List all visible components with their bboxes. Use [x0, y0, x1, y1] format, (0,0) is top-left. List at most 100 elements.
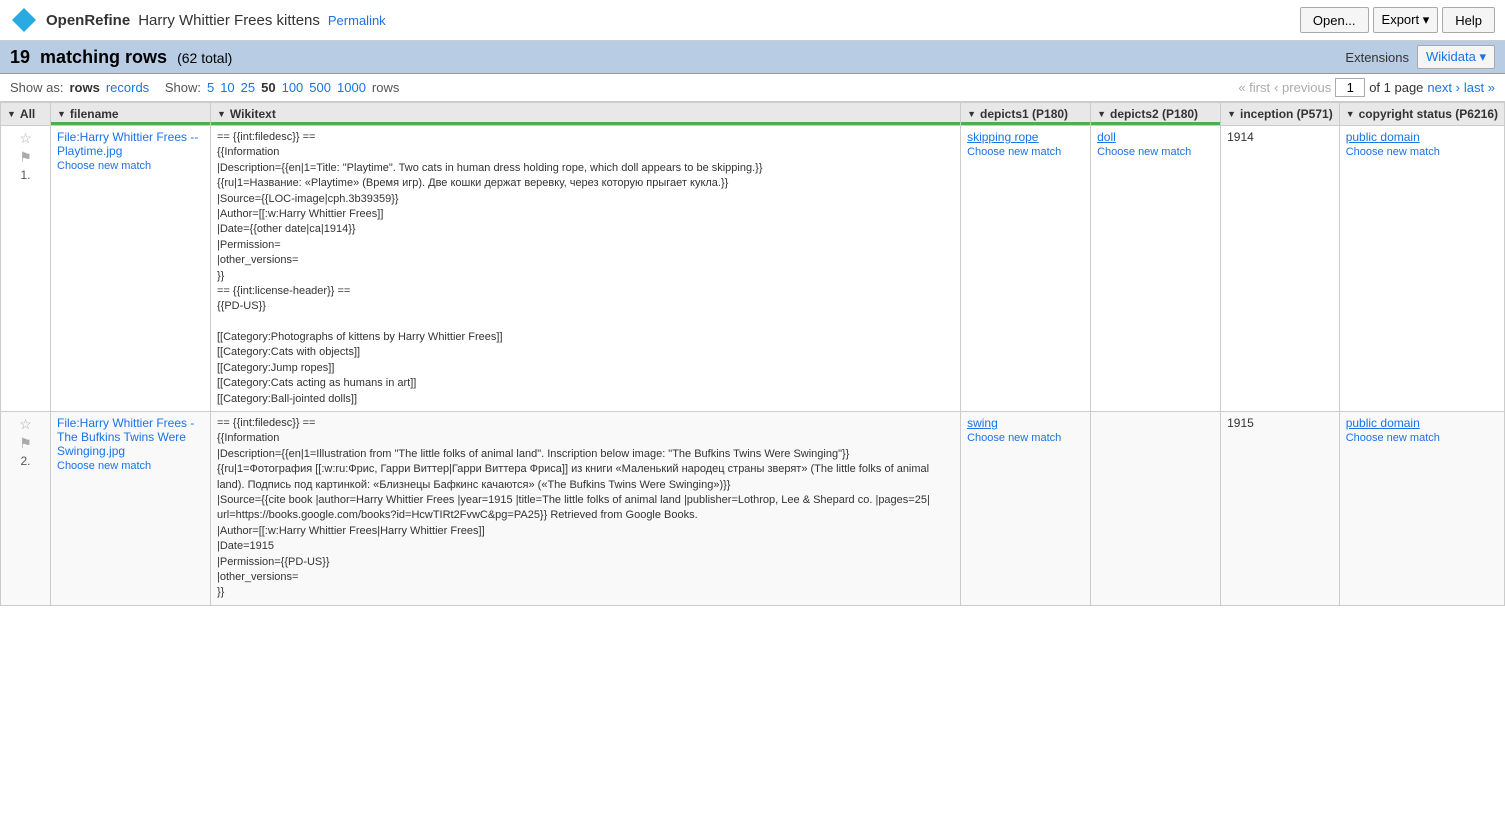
col-depicts1-dropdown[interactable]: ▼	[967, 109, 976, 119]
matching-label: matching rows	[40, 47, 167, 67]
pagination: « first ‹ previous of 1 page next › last…	[1238, 78, 1495, 97]
show-100[interactable]: 100	[282, 80, 304, 95]
row2-depicts2-cell	[1091, 412, 1221, 606]
show-10[interactable]: 10	[220, 80, 234, 95]
matching-rows: 19 matching rows (62 total)	[10, 47, 1337, 68]
row1-copyright-cell: public domain Choose new match	[1339, 126, 1504, 412]
col-filename-dropdown[interactable]: ▼	[57, 109, 66, 119]
row2-depicts1-value[interactable]: swing	[967, 416, 998, 430]
row1-copyright-value[interactable]: public domain	[1346, 130, 1420, 144]
header: OpenRefine Harry Whittier Frees kittens …	[0, 0, 1505, 41]
col-inception-label: inception (P571)	[1240, 107, 1333, 121]
row2-copyright-value[interactable]: public domain	[1346, 416, 1420, 430]
row2-copyright-cell: public domain Choose new match	[1339, 412, 1504, 606]
show-50[interactable]: 50	[261, 80, 275, 95]
row2-depicts1-choose-match[interactable]: Choose new match	[967, 432, 1061, 444]
help-button[interactable]: Help	[1442, 7, 1495, 33]
table-body: ☆ ⚑ 1. File:Harry Whittier Frees -- Play…	[1, 126, 1505, 606]
col-wikitext-dropdown[interactable]: ▼	[217, 109, 226, 119]
row2-num: 2.	[20, 454, 30, 468]
of-page-label: of 1 page	[1369, 80, 1423, 95]
row1-depicts2-value[interactable]: doll	[1097, 130, 1116, 144]
total-label: (62 total)	[177, 50, 232, 66]
row2-star-icon[interactable]: ☆	[19, 416, 32, 433]
row2-inception-value: 1915	[1227, 416, 1254, 430]
row2-copyright-choose-match[interactable]: Choose new match	[1346, 432, 1440, 444]
row1-filename-choose-match[interactable]: Choose new match	[57, 160, 151, 172]
row1-filename-link[interactable]: File:Harry Whittier Frees -- Playtime.jp…	[57, 130, 198, 158]
col-header-actions: ▼ All	[1, 103, 51, 126]
col-filename-label: filename	[70, 107, 119, 121]
col-header-filename: ▼ filename	[51, 103, 211, 126]
show-row: Show as: rows records Show: 5 10 25 50 1…	[0, 74, 1505, 102]
view-rows-link[interactable]: rows	[69, 80, 99, 95]
extensions-label: Extensions	[1345, 50, 1409, 65]
data-table: ▼ All ▼ filename ▼ Wikitext ▼ depi	[0, 102, 1505, 606]
row1-depicts1-choose-match[interactable]: Choose new match	[967, 146, 1061, 158]
permalink-link[interactable]: Permalink	[328, 13, 386, 28]
row1-flag-icon[interactable]: ⚑	[19, 149, 32, 166]
view-records-link[interactable]: records	[106, 80, 149, 95]
col-inception-dropdown[interactable]: ▼	[1227, 109, 1236, 119]
row1-depicts2-cell: doll Choose new match	[1091, 126, 1221, 412]
col-header-depicts2: ▼ depicts2 (P180)	[1091, 103, 1221, 126]
table-header-row: ▼ All ▼ filename ▼ Wikitext ▼ depi	[1, 103, 1505, 126]
show-5[interactable]: 5	[207, 80, 214, 95]
col-all-dropdown[interactable]: ▼	[7, 109, 16, 119]
col-header-wikitext: ▼ Wikitext	[211, 103, 961, 126]
show-25[interactable]: 25	[241, 80, 255, 95]
row1-num: 1.	[20, 168, 30, 182]
prev-page-nav[interactable]: ‹ previous	[1274, 80, 1331, 95]
col-depicts2-label: depicts2 (P180)	[1110, 107, 1198, 121]
col-copyright-label: copyright status (P6216)	[1359, 107, 1498, 121]
row2-inception-cell: 1915	[1221, 412, 1340, 606]
matching-count: 19	[10, 47, 30, 67]
row1-depicts2-choose-match[interactable]: Choose new match	[1097, 146, 1191, 158]
row2-filename-choose-match[interactable]: Choose new match	[57, 460, 151, 472]
first-page-nav[interactable]: « first	[1238, 80, 1270, 95]
col-header-copyright: ▼ copyright status (P6216)	[1339, 103, 1504, 126]
col-header-depicts1: ▼ depicts1 (P180)	[961, 103, 1091, 126]
app-title: OpenRefine	[46, 12, 130, 29]
row1-star-icon[interactable]: ☆	[19, 130, 32, 147]
row2-depicts1-cell: swing Choose new match	[961, 412, 1091, 606]
toolbar: 19 matching rows (62 total) Extensions W…	[0, 41, 1505, 74]
header-left: OpenRefine Harry Whittier Frees kittens …	[10, 6, 1300, 34]
project-name: Harry Whittier Frees kittens	[138, 12, 320, 29]
row2-flag-icon[interactable]: ⚑	[19, 435, 32, 452]
open-button[interactable]: Open...	[1300, 7, 1369, 33]
table-row: ☆ ⚑ 1. File:Harry Whittier Frees -- Play…	[1, 126, 1505, 412]
row1-inception-value: 1914	[1227, 130, 1254, 144]
show-as-label: Show as:	[10, 80, 63, 95]
row2-wikitext-cell: == {{int:filedesc}} == {{Information |De…	[211, 412, 961, 606]
col-wikitext-label: Wikitext	[230, 107, 276, 121]
last-page-nav[interactable]: last »	[1464, 80, 1495, 95]
next-page-nav[interactable]: next ›	[1427, 80, 1460, 95]
row2-wikitext: == {{int:filedesc}} == {{Information |De…	[217, 416, 954, 601]
col-depicts2-dropdown[interactable]: ▼	[1097, 109, 1106, 119]
show-1000[interactable]: 1000	[337, 80, 366, 95]
row2-filename-cell: File:Harry Whittier Frees - The Bufkins …	[51, 412, 211, 606]
row1-depicts1-value[interactable]: skipping rope	[967, 130, 1038, 144]
show-label: Show:	[165, 80, 201, 95]
col-all-label: All	[20, 107, 35, 121]
row1-filename-cell: File:Harry Whittier Frees -- Playtime.jp…	[51, 126, 211, 412]
col-header-inception: ▼ inception (P571)	[1221, 103, 1340, 126]
header-buttons: Open... Export ▾ Help	[1300, 7, 1495, 33]
row1-copyright-choose-match[interactable]: Choose new match	[1346, 146, 1440, 158]
col-copyright-dropdown[interactable]: ▼	[1346, 109, 1355, 119]
row1-wikitext-cell: == {{int:filedesc}} == {{Information |De…	[211, 126, 961, 412]
show-500[interactable]: 500	[309, 80, 331, 95]
page-input[interactable]	[1335, 78, 1365, 97]
export-button[interactable]: Export ▾	[1373, 7, 1439, 33]
table-row: ☆ ⚑ 2. File:Harry Whittier Frees - The B…	[1, 412, 1505, 606]
rows-label: rows	[372, 80, 399, 95]
row1-inception-cell: 1914	[1221, 126, 1340, 412]
row1-depicts1-cell: skipping rope Choose new match	[961, 126, 1091, 412]
row2-filename-link[interactable]: File:Harry Whittier Frees - The Bufkins …	[57, 416, 194, 458]
row1-wikitext: == {{int:filedesc}} == {{Information |De…	[217, 130, 954, 407]
row1-actions: ☆ ⚑ 1.	[1, 126, 51, 412]
wikidata-button[interactable]: Wikidata ▾	[1417, 45, 1495, 69]
row2-actions: ☆ ⚑ 2.	[1, 412, 51, 606]
col-depicts1-label: depicts1 (P180)	[980, 107, 1068, 121]
